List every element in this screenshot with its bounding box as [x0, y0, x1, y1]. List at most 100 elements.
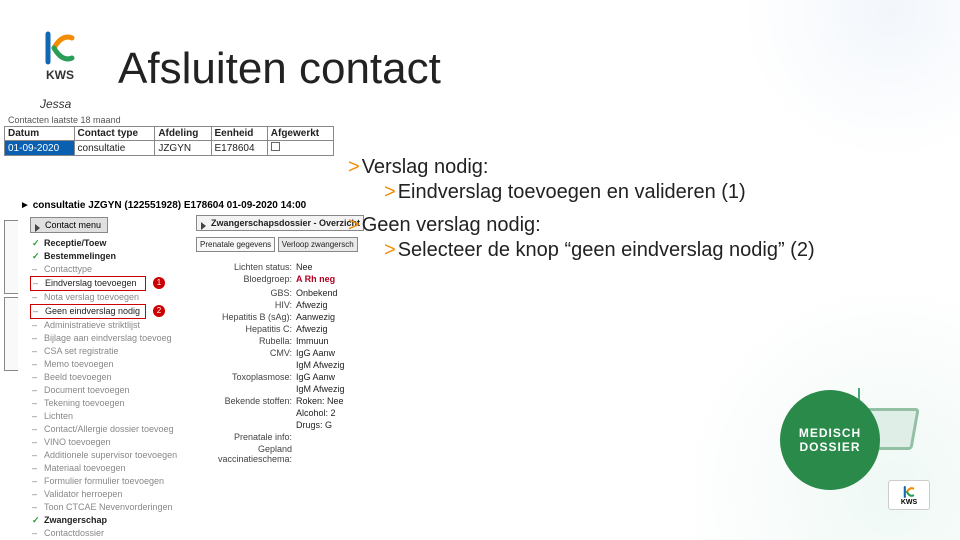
table-row[interactable]: 01-09-2020 consultatie JZGYN E178604 — [5, 141, 334, 156]
menu-item[interactable]: Additionele supervisor toevoegen — [30, 449, 180, 462]
panel-title: consultatie JZGYN (122551928) E178604 01… — [33, 200, 307, 211]
cell-afgewerkt[interactable] — [267, 141, 333, 156]
contact-menu-button[interactable]: Contact menu — [30, 217, 108, 233]
menu-item[interactable]: Materiaal toevoegen — [30, 462, 180, 475]
kws-logo: KWS — [40, 28, 80, 82]
kv-key: Hepatitis C: — [196, 324, 296, 334]
kv-row: Gepland vaccinatieschema: — [196, 444, 364, 464]
kv-row: IgM Afwezig — [196, 384, 364, 394]
zwangerschap-title[interactable]: Zwangerschapsdossier - Overzicht — [196, 215, 364, 231]
kv-row: GBS:Onbekend — [196, 288, 364, 298]
kv-value: IgM Afwezig — [296, 384, 345, 394]
afgewerkt-checkbox[interactable] — [271, 142, 280, 151]
th-datum[interactable]: Datum — [5, 127, 75, 141]
kv-value: Nee — [296, 262, 313, 272]
menu-item[interactable]: Contact/Allergie dossier toevoeg — [30, 423, 180, 436]
vertical-tab-1[interactable] — [4, 220, 18, 294]
menu-item[interactable]: Document toevoegen — [30, 384, 180, 397]
kv-key: Lichten status: — [196, 262, 296, 272]
th-eenheid[interactable]: Eenheid — [211, 127, 267, 141]
kv-value: Alcohol: 2 — [296, 408, 336, 418]
menu-item[interactable]: CSA set registratie — [30, 345, 180, 358]
menu-item[interactable]: Memo toevoegen — [30, 358, 180, 371]
th-afdeling[interactable]: Afdeling — [155, 127, 211, 141]
menu-item[interactable]: Geen eindverslag nodig 2 — [30, 304, 146, 319]
kv-value: IgG Aanw — [296, 348, 335, 358]
medisch-dossier-badge: MEDISCH DOSSIER KWS — [780, 380, 930, 510]
kv-value: Aanwezig — [296, 312, 335, 322]
cell-afdeling[interactable]: JZGYN — [155, 141, 211, 156]
bullet-icon: > — [348, 156, 362, 178]
line-1b: Geen verslag nodig: — [362, 214, 541, 236]
badge-line2: DOSSIER — [799, 440, 860, 454]
line-2b: Selecteer de knop “geen eindverslag nodi… — [398, 239, 815, 261]
kv-row: IgM Afwezig — [196, 360, 364, 370]
kv-key — [196, 420, 296, 430]
kv-key: Bekende stoffen: — [196, 396, 296, 406]
kv-key: HIV: — [196, 300, 296, 310]
mini-card-text: KWS — [901, 499, 917, 506]
menu-item[interactable]: Administratieve striktlijst — [30, 319, 180, 332]
kv-key — [196, 384, 296, 394]
kv-row: Rubella:Immuun — [196, 336, 364, 346]
kv-key: Prenatale info: — [196, 432, 296, 442]
kv-row: Bloedgroep:A Rh neg — [196, 274, 364, 284]
kv-value: IgG Aanw — [296, 372, 335, 382]
kv-row: Alcohol: 2 — [196, 408, 364, 418]
kv-key: Bloedgroep: — [196, 274, 296, 284]
callout-badge: 1 — [153, 277, 165, 289]
menu-item[interactable]: Beeld toevoegen — [30, 371, 180, 384]
kv-value: Onbekend — [296, 288, 338, 298]
bullet-icon: > — [348, 214, 362, 236]
kv-row: Hepatitis B (sAg):Aanwezig — [196, 312, 364, 322]
kv-row: Bekende stoffen:Roken: Nee — [196, 396, 364, 406]
menu-item[interactable]: Bijlage aan eindverslag toevoeg — [30, 332, 180, 345]
menu-item[interactable]: Nota verslag toevoegen — [30, 291, 180, 304]
menu-item[interactable]: Receptie/Toew — [30, 237, 180, 250]
kv-key: Toxoplasmose: — [196, 372, 296, 382]
kv-key — [196, 408, 296, 418]
menu-item[interactable]: VINO toevoegen — [30, 436, 180, 449]
kv-key: Hepatitis B (sAg): — [196, 312, 296, 322]
cell-eenheid[interactable]: E178604 — [211, 141, 267, 156]
menu-item[interactable]: Zwangerschap — [30, 514, 180, 527]
contacts-table: Contacten laatste 18 maand Datum Contact… — [4, 115, 334, 180]
kv-value: Afwezig — [296, 300, 328, 310]
cell-datum[interactable]: 01-09-2020 — [5, 141, 75, 156]
line-2a: Eindverslag toevoegen en valideren (1) — [398, 181, 746, 203]
subtab-verloop[interactable]: Verloop zwangersch — [278, 237, 358, 252]
consultatie-panel: ► consultatie JZGYN (122551928) E178604 … — [4, 200, 339, 540]
kv-row: CMV:IgG Aanw — [196, 348, 364, 358]
menu-item[interactable]: Tekening toevoegen — [30, 397, 180, 410]
th-type[interactable]: Contact type — [74, 127, 155, 141]
kv-row: Hepatitis C:Afwezig — [196, 324, 364, 334]
menu-item[interactable]: Lichten — [30, 410, 180, 423]
kv-row: Lichten status:Nee — [196, 262, 364, 272]
subtab-prenatale[interactable]: Prenatale gegevens — [196, 237, 275, 252]
kv-value: Immuun — [296, 336, 329, 346]
menu-item[interactable]: Validator herroepen — [30, 488, 180, 501]
menu-item[interactable]: Eindverslag toevoegen 1 — [30, 276, 146, 291]
menu-item[interactable]: Toon CTCAE Nevenvorderingen — [30, 501, 180, 514]
menu-item[interactable]: Formulier formulier toevoegen — [30, 475, 180, 488]
bullet-icon: > — [384, 239, 398, 261]
kv-row: HIV:Afwezig — [196, 300, 364, 310]
kv-key: Rubella: — [196, 336, 296, 346]
kws-mini-card: KWS — [888, 480, 930, 510]
kv-row: Toxoplasmose:IgG Aanw — [196, 372, 364, 382]
bullet-icon: > — [384, 181, 398, 203]
menu-item[interactable]: Contacttype — [30, 263, 180, 276]
menu-item[interactable]: Contactdossier — [30, 527, 180, 540]
menu-item[interactable]: Bestemmelingen — [30, 250, 180, 263]
vertical-tab-2[interactable] — [4, 297, 18, 371]
kv-key: CMV: — [196, 348, 296, 358]
callout-badge: 2 — [153, 305, 165, 317]
kv-key: Gepland vaccinatieschema: — [196, 444, 296, 464]
slide-content: >Verslag nodig: >Eindverslag toevoegen e… — [348, 152, 938, 272]
badge-line1: MEDISCH — [799, 426, 861, 440]
th-afgewerkt[interactable]: Afgewerkt — [267, 127, 333, 141]
dossier-circle: MEDISCH DOSSIER — [780, 390, 880, 490]
cell-type[interactable]: consultatie — [74, 141, 155, 156]
kv-value: Drugs: G — [296, 420, 332, 430]
slide-title: Afsluiten contact — [118, 44, 441, 94]
